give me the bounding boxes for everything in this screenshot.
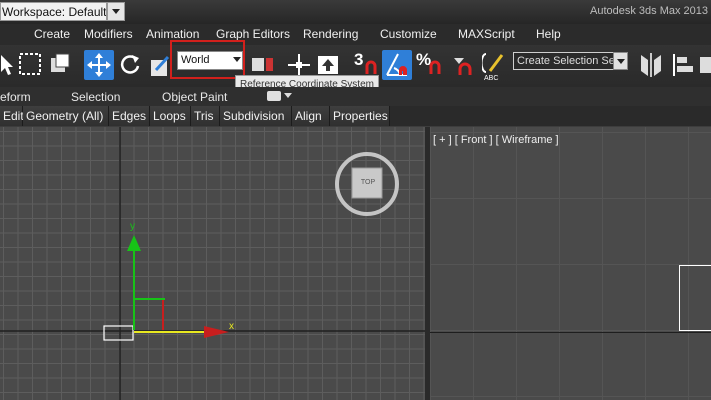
angle-snap-icon [386, 53, 407, 76]
edit-named-selection-icon[interactable]: ABC [482, 51, 508, 81]
ribbon-tab-selection[interactable]: Selection [71, 90, 120, 104]
workspace-selector[interactable]: Workspace: Default [0, 2, 107, 21]
gizmo-x-arrow [204, 326, 229, 338]
subbar-tris-button[interactable]: Tris [191, 106, 220, 126]
select-and-move-button[interactable] [84, 50, 114, 80]
svg-text:ABC: ABC [484, 75, 498, 81]
move-icon [87, 53, 111, 77]
workspace-dropdown-button[interactable] [107, 2, 125, 21]
percent-snap-magnet-icon [429, 60, 441, 74]
snap-magnet-icon[interactable] [364, 58, 378, 76]
subbar-loops-button[interactable]: Loops [150, 106, 191, 126]
subbar-edges-button[interactable]: Edges [109, 106, 150, 126]
menu-help[interactable]: Help [536, 27, 561, 41]
named-selection-dropdown-button[interactable] [613, 52, 628, 70]
mirror-icon[interactable] [638, 52, 664, 78]
ribbon-tab-object-paint[interactable]: Object Paint [162, 90, 227, 104]
axis-x-label: x [229, 321, 234, 332]
snaps-toggle-label[interactable]: 3 [354, 50, 363, 70]
ribbon-tab-freeform[interactable]: eform [0, 90, 31, 104]
selected-object-outline [103, 325, 134, 341]
front-object-outline [679, 265, 711, 331]
highlight-annotation [170, 40, 245, 79]
gizmo-y-arrow [127, 235, 141, 251]
window-crossing-icon[interactable] [48, 52, 72, 76]
viewport-front[interactable] [430, 127, 711, 400]
menu-bar: Create Modifiers Animation Graph Editors… [0, 24, 711, 45]
named-selection-input[interactable]: Create Selection Se [513, 52, 614, 70]
spinner-snap-icon[interactable] [450, 52, 476, 78]
viewport-front-label[interactable]: [ + ] [ Front ] [ Wireframe ] [433, 134, 559, 146]
menu-maxscript[interactable]: MAXScript [458, 27, 515, 41]
chevron-down-icon[interactable] [284, 93, 292, 99]
subbar-subdivision-button[interactable]: Subdivision [220, 106, 292, 126]
menu-animation[interactable]: Animation [146, 27, 199, 41]
align-view-icon[interactable] [700, 52, 711, 78]
keyboard-shortcut-override-icon[interactable] [316, 53, 340, 77]
subbar-properties-button[interactable]: Properties [330, 106, 390, 126]
scale-icon[interactable] [150, 54, 172, 78]
menu-create[interactable]: Create [34, 27, 70, 41]
menu-modifiers[interactable]: Modifiers [84, 27, 133, 41]
subbar-geometry-button[interactable]: Geometry (All) [23, 106, 109, 126]
app-title: Autodesk 3ds Max 2013 [590, 5, 709, 17]
pivot-center-icon[interactable] [246, 55, 276, 75]
menu-rendering[interactable]: Rendering [303, 27, 358, 41]
select-region-icon[interactable] [18, 52, 42, 76]
ribbon-minimize-button[interactable] [267, 91, 281, 101]
subbar-align-button[interactable]: Align [292, 106, 330, 126]
rotate-icon[interactable] [118, 52, 142, 78]
viewcube-label[interactable]: TOP [358, 179, 378, 186]
menu-customize[interactable]: Customize [380, 27, 437, 41]
angle-snap-button[interactable] [382, 50, 412, 80]
front-home-axis [430, 332, 711, 333]
viewport-top[interactable]: y x TOP [0, 127, 425, 400]
subbar-edit-button[interactable]: Edit [0, 106, 24, 126]
select-object-icon[interactable] [0, 52, 14, 76]
align-icon[interactable] [670, 52, 696, 78]
menu-graph-editors[interactable]: Graph Editors [216, 27, 290, 41]
axis-y-label: y [130, 221, 135, 232]
top-viewport-overlay [0, 127, 425, 400]
